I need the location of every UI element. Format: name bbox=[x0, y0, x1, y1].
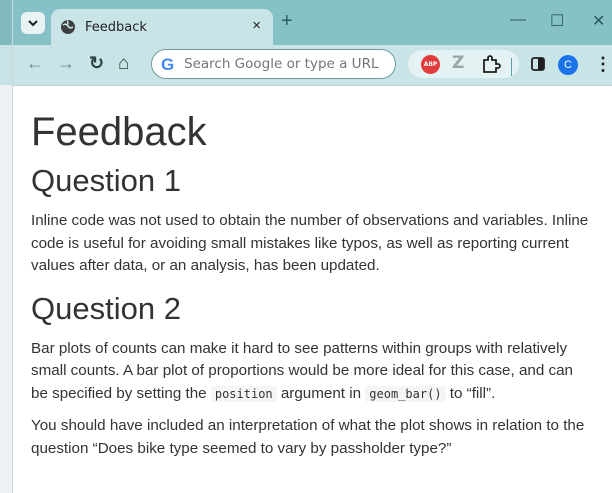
menu-icon[interactable]: ⋮ bbox=[594, 54, 612, 75]
forward-button[interactable]: → bbox=[57, 53, 75, 74]
tab-feedback[interactable]: Feedback × bbox=[51, 9, 273, 45]
minimize-button[interactable]: — bbox=[510, 11, 526, 29]
extensions-puzzle-icon[interactable] bbox=[481, 55, 501, 73]
tab-close-icon[interactable]: × bbox=[252, 17, 261, 34]
new-tab-button[interactable]: + bbox=[281, 10, 293, 33]
profile-avatar[interactable]: C bbox=[558, 55, 578, 75]
question-2-heading: Question 2 bbox=[31, 290, 181, 326]
q2-text-mid: argument in bbox=[276, 384, 366, 402]
title-bar: Feedback × + — ☐ ✕ bbox=[13, 0, 612, 45]
background-window-titlebar bbox=[0, 0, 12, 45]
background-window-edge bbox=[0, 0, 13, 493]
extensions-area: ABP Z bbox=[408, 50, 519, 78]
question-1-heading: Question 1 bbox=[31, 163, 181, 198]
zotero-icon[interactable]: Z bbox=[452, 53, 464, 73]
google-icon: G bbox=[161, 55, 175, 74]
toolbar-divider bbox=[511, 58, 512, 76]
q2-text-end: to “fill”. bbox=[445, 384, 496, 402]
question-2-paragraph-1: Bar plots of counts can make it hard to … bbox=[31, 338, 594, 406]
side-panel-icon[interactable] bbox=[531, 57, 545, 71]
adblock-icon[interactable]: ABP bbox=[421, 55, 440, 74]
globe-icon bbox=[61, 20, 75, 34]
toolbar: ← → ↻ ⌂ G ABP Z C ⋮ bbox=[13, 45, 612, 86]
browser-window: Feedback × + — ☐ ✕ ← → ↻ ⌂ G ABP Z C ⋮ bbox=[13, 0, 612, 493]
search-input[interactable] bbox=[184, 55, 384, 73]
address-bar[interactable]: G bbox=[151, 49, 396, 79]
question-1-text: Inline code was not used to obtain the n… bbox=[31, 212, 589, 274]
inline-code-geom-bar: geom_bar() bbox=[365, 385, 446, 402]
tab-title: Feedback bbox=[85, 20, 147, 35]
chevron-down-icon bbox=[28, 19, 38, 26]
background-window-toolbar bbox=[0, 45, 12, 85]
question-2-paragraph-2: You should have included an interpretati… bbox=[31, 417, 585, 457]
reload-button[interactable]: ↻ bbox=[89, 53, 104, 74]
close-window-button[interactable]: ✕ bbox=[592, 11, 605, 31]
tab-search-button[interactable] bbox=[21, 12, 45, 34]
back-button[interactable]: ← bbox=[26, 53, 44, 74]
page-title: Feedback bbox=[31, 110, 207, 154]
home-button[interactable]: ⌂ bbox=[118, 53, 129, 75]
maximize-button[interactable]: ☐ bbox=[550, 11, 564, 31]
inline-code-position: position bbox=[210, 385, 277, 402]
page-content: Feedback Question 1 Inline code was not … bbox=[13, 86, 612, 493]
